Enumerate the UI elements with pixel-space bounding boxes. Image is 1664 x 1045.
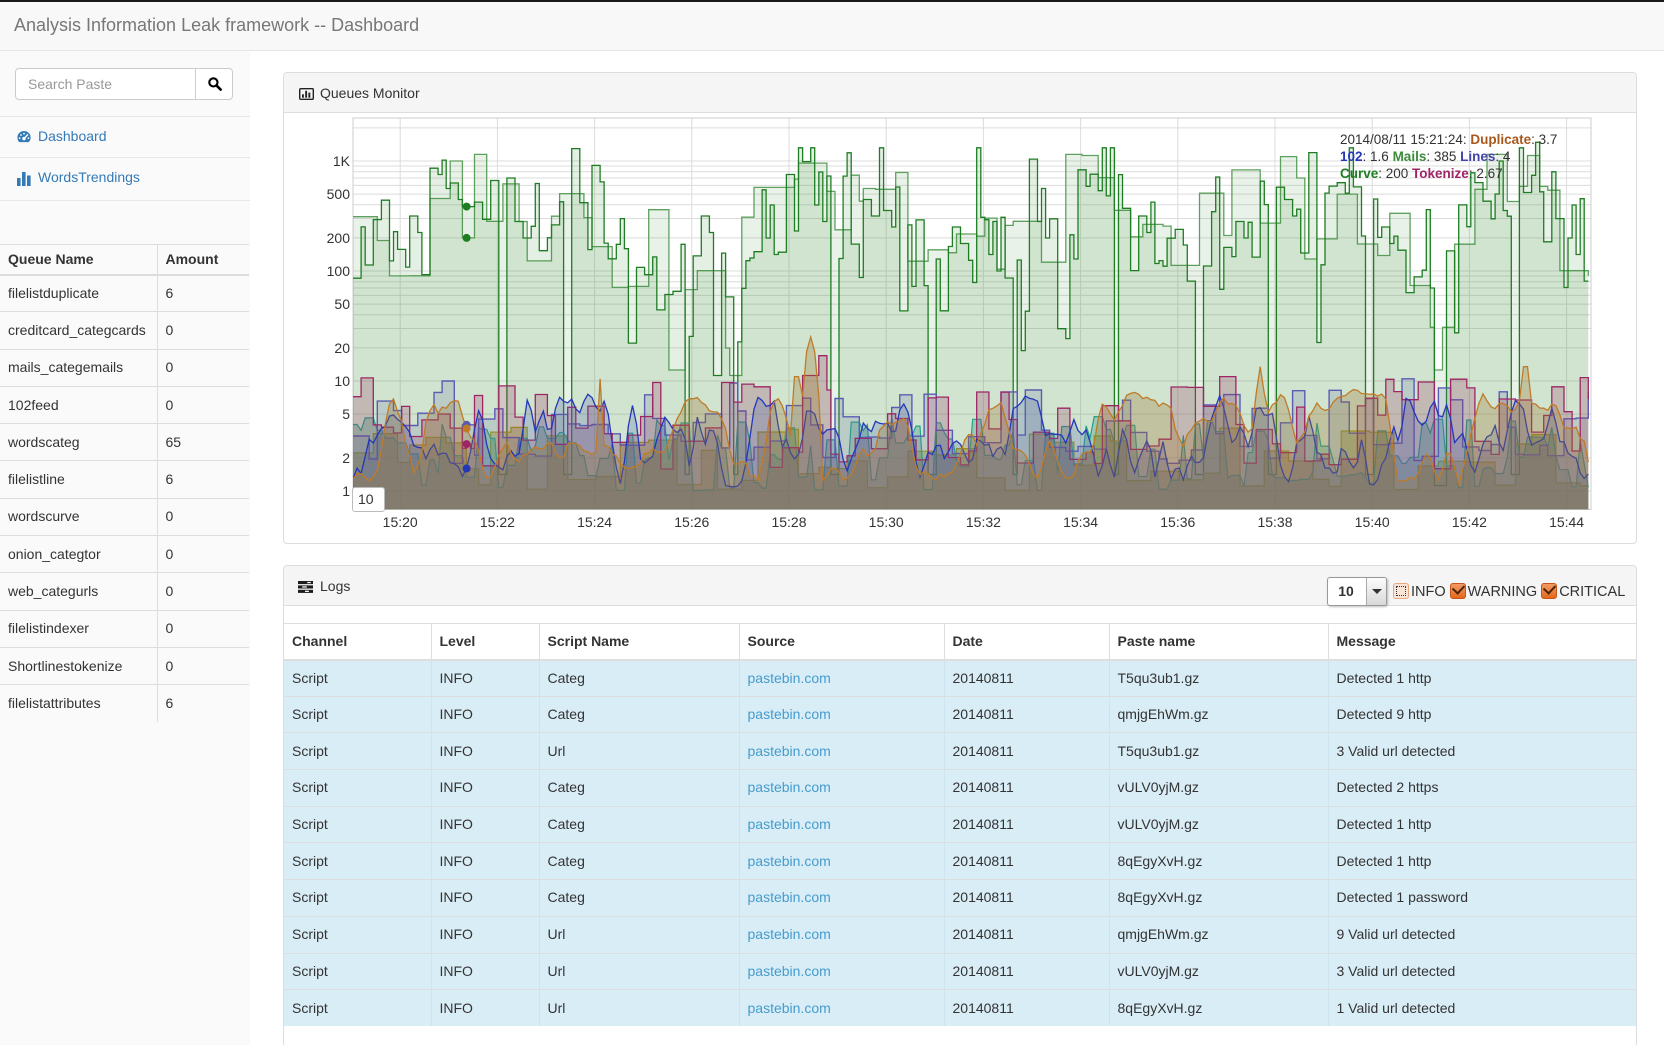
svg-text:15:26: 15:26: [674, 514, 709, 530]
svg-text:200: 200: [327, 230, 351, 246]
svg-text:15:20: 15:20: [383, 514, 418, 530]
svg-text:10: 10: [334, 373, 350, 389]
svg-text:15:42: 15:42: [1452, 514, 1487, 530]
svg-text:15:36: 15:36: [1160, 514, 1195, 530]
svg-text:20: 20: [334, 340, 350, 356]
svg-text:1: 1: [342, 483, 350, 499]
svg-text:15:38: 15:38: [1257, 514, 1292, 530]
svg-text:15:22: 15:22: [480, 514, 515, 530]
svg-text:1K: 1K: [333, 153, 351, 169]
svg-text:15:30: 15:30: [869, 514, 904, 530]
svg-text:15:34: 15:34: [1063, 514, 1098, 530]
svg-text:100: 100: [327, 263, 351, 279]
svg-text:5: 5: [342, 406, 350, 422]
svg-text:2: 2: [342, 450, 350, 466]
svg-text:15:24: 15:24: [577, 514, 612, 530]
svg-text:15:44: 15:44: [1549, 514, 1584, 530]
svg-text:15:32: 15:32: [966, 514, 1001, 530]
svg-text:500: 500: [327, 186, 351, 202]
svg-text:15:40: 15:40: [1355, 514, 1390, 530]
svg-text:15:28: 15:28: [771, 514, 806, 530]
svg-text:50: 50: [334, 296, 350, 312]
